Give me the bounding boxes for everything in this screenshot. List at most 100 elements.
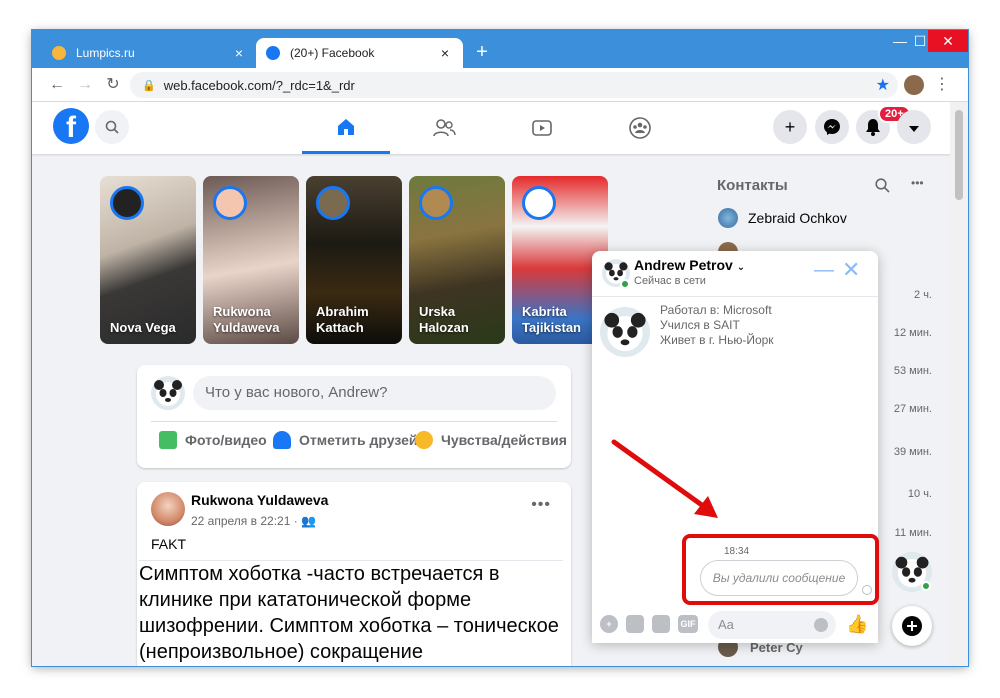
contact-item[interactable]: Zebraid Ochkov [718,208,847,228]
search-icon[interactable] [875,178,890,198]
feeling-button[interactable]: Чувства/действия [415,431,567,449]
new-message-icon [902,616,922,636]
contacts-title: Контакты [717,177,788,194]
facebook-favicon-icon [266,46,280,60]
menu-dots-icon[interactable]: ⋮ [932,74,952,94]
forward-icon[interactable]: → [74,74,96,96]
watch-tab[interactable] [498,102,586,154]
story-card[interactable]: Rukwona Yuldaweva [203,176,299,344]
account-menu-button[interactable] [897,110,931,144]
tab-close-icon[interactable]: × [437,45,453,61]
online-indicator [921,581,931,591]
action-label: Фото/видео [185,432,267,448]
tag-friends-button[interactable]: Отметить друзей [273,431,418,449]
close-window-button[interactable]: ✕ [928,30,968,52]
friends-tab[interactable] [400,102,488,154]
groups-icon [629,117,651,139]
contacts-options-icon[interactable]: ••• [911,176,924,190]
contact-time: 10 ч. [907,488,932,500]
action-label: Чувства/действия [441,432,567,448]
post-author[interactable]: Rukwona Yuldaweva [191,492,328,508]
story-card[interactable]: Nova Vega [100,176,196,344]
profile-avatar[interactable] [904,75,924,95]
contact-time: 39 мин. [893,446,932,458]
like-icon[interactable]: 👍 [846,614,868,635]
post-author-avatar[interactable] [151,492,185,526]
info-line: Живет в г. Нью-Йорк [660,333,774,347]
info-line: Работал в: Microsoft [660,303,772,317]
sticker-icon[interactable] [652,615,670,633]
story-name: Urska Halozan [419,304,469,335]
chat-contact-name[interactable]: Andrew Petrov ⌄ [634,257,745,273]
lock-icon: 🔒 [142,79,156,92]
composer-input[interactable]: Что у вас нового, Andrew? [193,376,556,410]
friends-icon [433,119,456,137]
post-image-text: Симптом хоботка -часто встречается в кли… [139,560,563,665]
user-avatar[interactable] [151,376,185,410]
divider [151,421,557,422]
home-tab[interactable] [302,102,390,154]
url-text: web.facebook.com/?_rdc=1&_rdr [163,77,355,93]
tab-title: (20+) Facebook [290,46,375,60]
groups-tab[interactable] [596,102,684,154]
photo-video-button[interactable]: Фото/видео [159,431,267,449]
contact-time: 11 мин. [894,527,932,539]
chat-header[interactable]: Andrew Petrov ⌄ Сейчас в сети — ✕ [592,251,878,297]
story-avatar [316,186,350,220]
page-scrollbar[interactable] [950,102,968,666]
post-options-icon[interactable]: ••• [531,496,551,514]
home-icon [338,118,354,135]
star-icon[interactable]: ★ [876,75,890,95]
lumpics-favicon-icon [52,46,66,60]
new-tab-button[interactable]: + [472,42,492,62]
browser-toolbar: ← → ↻ 🔒 web.facebook.com/?_rdc=1&_rdr ★ … [32,68,968,102]
add-icon[interactable]: + [600,615,618,633]
emoji-icon[interactable] [814,618,828,632]
tab-facebook[interactable]: (20+) Facebook × [256,38,463,68]
contact-time: 27 мин. [893,403,932,415]
back-icon[interactable]: ← [46,74,68,96]
action-label: Отметить друзей [299,432,418,448]
post-composer: Что у вас нового, Andrew? Фото/видео Отм… [137,365,571,468]
minimize-chat-icon[interactable]: — [814,259,834,282]
image-icon[interactable] [626,615,644,633]
create-button[interactable]: + [773,110,807,144]
search-icon[interactable] [95,110,129,144]
story-name: Kabrita Tajikistan [522,304,582,335]
address-bar[interactable]: 🔒 web.facebook.com/?_rdc=1&_rdr ★ [130,72,898,98]
contact-time: 53 мин. [893,365,932,377]
tab-close-icon[interactable]: × [231,45,247,61]
annotation-highlight-box [682,534,879,605]
chat-profile-info: Работал в: Microsoft Учился в SAIT Живет… [660,303,774,348]
story-name: Abrahim Kattach [316,304,369,335]
story-card[interactable]: Urska Halozan [409,176,505,344]
new-message-button[interactable] [892,606,932,646]
contact-time: 2 ч. [914,289,932,301]
facebook-header: f + 20+ [32,102,950,154]
friends-audience-icon: 👥 [301,514,317,528]
info-line: Учился в SAIT [660,318,740,332]
annotation-arrow [611,439,718,518]
gif-icon[interactable]: GIF [678,615,698,633]
caret-down-icon [909,126,919,132]
contact-time: 12 мин. [893,327,932,339]
post-date[interactable]: 22 апреля в 22:21 · 👥 [191,514,316,528]
bell-icon [866,119,880,136]
reload-icon[interactable]: ↻ [102,74,124,96]
story-name: Rukwona Yuldaweva [213,304,280,335]
scrollbar-thumb[interactable] [955,110,963,200]
online-indicator [620,279,630,289]
tab-strip: Lumpics.ru × (20+) Facebook × + — ☐ ✕ [32,30,968,68]
story-avatar [522,186,556,220]
facebook-logo-icon[interactable]: f [53,108,89,144]
chat-composer: + GIF Aa 👍 [592,607,878,643]
story-avatar [110,186,144,220]
tag-people-icon [273,431,291,449]
contact-avatar [718,208,738,228]
story-card[interactable]: Abrahim Kattach [306,176,402,344]
messenger-button[interactable] [815,110,849,144]
post-text: FAKT [151,536,187,552]
tab-lumpics[interactable]: Lumpics.ru × [42,38,257,68]
story-avatar [213,186,247,220]
close-chat-icon[interactable]: ✕ [842,257,860,283]
